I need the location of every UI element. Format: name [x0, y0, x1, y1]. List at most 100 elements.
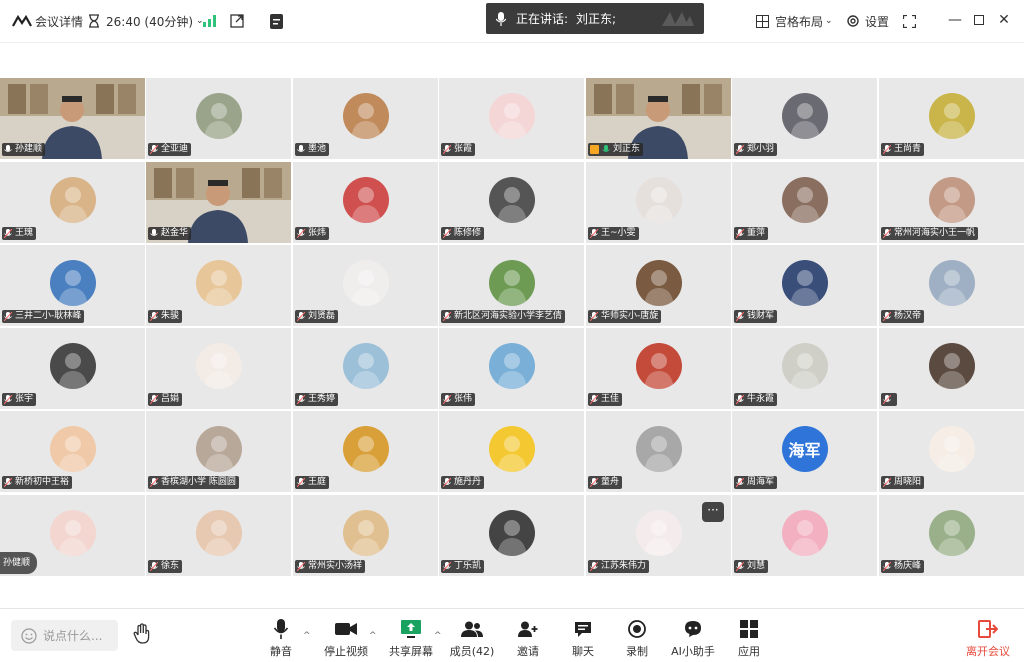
participant-name-tag: 钱财军: [734, 310, 778, 323]
participant-tile[interactable]: 孙建顺: [0, 78, 145, 159]
participant-name: 钱财军: [747, 311, 775, 321]
mic-off-icon: [3, 228, 13, 239]
participant-tile[interactable]: 周晓阳: [879, 411, 1024, 492]
participant-tile[interactable]: 施丹丹: [439, 411, 584, 492]
signal-icon[interactable]: [203, 10, 216, 32]
mic-off-icon: [149, 311, 159, 322]
notes-icon[interactable]: [270, 10, 283, 32]
participant-tile[interactable]: 华师实小-唐旋: [586, 245, 731, 326]
participant-name: 常州实小汤祥: [308, 561, 363, 571]
layout-dropdown[interactable]: 宫格布局 ⌄: [756, 10, 833, 32]
participant-tile[interactable]: 海军 周海军: [732, 411, 877, 492]
participant-name: 陈修修: [454, 228, 482, 238]
mic-muted-icon: [4, 145, 12, 154]
avatar: [342, 259, 389, 306]
participant-tile[interactable]: 张霞: [439, 78, 584, 159]
participant-tile[interactable]: 钱财军: [732, 245, 877, 326]
participant-tile[interactable]: [879, 328, 1024, 409]
raise-hand-icon[interactable]: [132, 623, 152, 648]
share-options-caret[interactable]: ^: [434, 631, 442, 641]
participant-tile[interactable]: 杨庆峰: [879, 495, 1024, 576]
close-icon[interactable]: ✕: [996, 12, 1012, 28]
apps-button[interactable]: 应用: [719, 617, 779, 661]
members-button[interactable]: 成员(42): [442, 617, 502, 661]
participant-name-tag: 郑小羽: [734, 143, 778, 156]
participant-tile[interactable]: 张宇: [0, 328, 145, 409]
invite-button[interactable]: 邀请: [498, 617, 558, 661]
participant-tile[interactable]: 郑小羽: [732, 78, 877, 159]
participant-tile[interactable]: 刘慧: [732, 495, 877, 576]
avatar: [195, 509, 242, 556]
participant-name-tag: 王尚青: [881, 143, 925, 156]
participant-name-tag: 陈修修: [441, 227, 485, 240]
fullscreen-icon[interactable]: [903, 10, 916, 32]
participant-name-tag: 徐东: [148, 560, 183, 573]
ai-assistant-icon: [685, 621, 701, 637]
participant-tile[interactable]: 王秀婷: [293, 328, 438, 409]
participant-tile[interactable]: 董萍: [732, 162, 877, 243]
participant-tile[interactable]: 童舟: [586, 411, 731, 492]
participant-name: 张伟: [454, 394, 473, 404]
participant-tile[interactable]: 朱骏: [146, 245, 291, 326]
participant-tile[interactable]: 王尚青: [879, 78, 1024, 159]
participant-tile[interactable]: 吕娟: [146, 328, 291, 409]
participant-name: 王瑰: [15, 228, 34, 238]
floating-name-tag[interactable]: 孙健顺: [0, 552, 37, 574]
participant-name: 三井二小-耿林峰: [15, 311, 82, 321]
participant-tile[interactable]: 墨池: [293, 78, 438, 159]
participant-tile[interactable]: 常州河海实小王一帆: [879, 162, 1024, 243]
participant-tile[interactable]: 新桥初中王裕: [0, 411, 145, 492]
participant-tile[interactable]: 王~小雯: [586, 162, 731, 243]
video-options-caret[interactable]: ^: [369, 631, 377, 641]
meeting-details-button[interactable]: 会议详情: [12, 10, 83, 32]
participant-name: 朱骏: [161, 311, 180, 321]
exit-icon: [978, 620, 998, 638]
chat-button[interactable]: 聊天: [553, 617, 613, 661]
share-screen-button[interactable]: 共享屏幕: [381, 617, 441, 661]
participant-tile[interactable]: 陈修修: [439, 162, 584, 243]
leave-meeting-button[interactable]: 离开会议: [958, 617, 1018, 659]
chat-icon: [575, 621, 591, 637]
participant-name-tag: 朱骏: [148, 310, 183, 323]
participant-tile[interactable]: 王庭: [293, 411, 438, 492]
avatar: [635, 176, 682, 223]
mic-off-icon: [296, 477, 306, 488]
record-button[interactable]: 录制: [607, 617, 667, 661]
settings-button[interactable]: 设置: [846, 10, 889, 32]
participant-tile[interactable]: 牛永霞: [732, 328, 877, 409]
participant-tile[interactable]: 王瑰: [0, 162, 145, 243]
mute-button[interactable]: 静音: [251, 617, 311, 661]
participant-tile[interactable]: 杨汉帝: [879, 245, 1024, 326]
participant-tile[interactable]: 徐东: [146, 495, 291, 576]
participant-name: 刘贤磊: [308, 311, 336, 321]
participant-tile[interactable]: 常州实小汤祥: [293, 495, 438, 576]
participant-tile[interactable]: 刘正东: [586, 78, 731, 159]
participant-tile[interactable]: 王佳: [586, 328, 731, 409]
participant-name-tag: 王秀婷: [295, 393, 339, 406]
minimize-icon[interactable]: —: [947, 12, 963, 28]
timer-dropdown[interactable]: 26:40 (40分钟) ⌄: [88, 10, 204, 32]
stop-video-button[interactable]: 停止视频: [316, 617, 376, 661]
add-user-icon: [518, 621, 538, 637]
participant-tile[interactable]: 刘贤磊: [293, 245, 438, 326]
participant-tile[interactable]: 张炜: [293, 162, 438, 243]
participant-tile[interactable]: 全亚迪: [146, 78, 291, 159]
chat-input[interactable]: 说点什么...: [11, 620, 118, 651]
participant-name-tag: 刘慧: [734, 560, 769, 573]
maximize-icon[interactable]: [971, 12, 987, 28]
participant-tile[interactable]: 张伟: [439, 328, 584, 409]
more-options-button[interactable]: ···: [702, 502, 724, 522]
participant-name-tag: [881, 393, 897, 406]
mic-off-icon: [735, 477, 745, 488]
mute-options-caret[interactable]: ^: [303, 631, 311, 641]
mic-off-icon: [296, 311, 306, 322]
participant-name-tag: 王佳: [588, 393, 623, 406]
participant-tile[interactable]: 赵金华: [146, 162, 291, 243]
ai-assistant-button[interactable]: AI小助手: [663, 617, 723, 661]
participant-tile[interactable]: 丁乐凯: [439, 495, 584, 576]
participant-tile[interactable]: 新北区河海实验小学李艺倩: [439, 245, 584, 326]
participant-tile[interactable]: 香槟湖小学 陈圆圆: [146, 411, 291, 492]
participant-tile[interactable]: 三井二小-耿林峰: [0, 245, 145, 326]
share-link-icon[interactable]: [230, 10, 244, 32]
participant-name: 常州河海实小王一帆: [894, 228, 976, 238]
